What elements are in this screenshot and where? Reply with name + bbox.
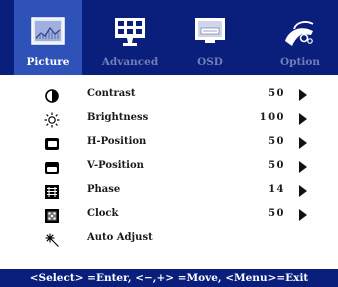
arrow-right-icon[interactable] (299, 185, 307, 197)
item-value: 50 (268, 136, 285, 147)
menu-tab-bar: Picture Advanced OSD Option (0, 0, 338, 75)
arrow-right-icon[interactable] (299, 209, 307, 221)
item-value: 50 (268, 160, 285, 171)
menu-item-h-position[interactable]: H-Position 50 (0, 132, 338, 156)
tab-label: OSD (197, 56, 223, 68)
h-position-icon (44, 136, 60, 152)
tab-osd[interactable]: OSD (176, 0, 244, 75)
tab-label: Option (280, 56, 320, 68)
brightness-icon (44, 112, 60, 128)
auto-adjust-icon (44, 232, 60, 248)
osd-icon (193, 17, 227, 49)
contrast-icon (44, 88, 60, 104)
clock-icon (44, 208, 60, 224)
arrow-right-icon[interactable] (299, 89, 307, 101)
advanced-icon (113, 17, 147, 51)
option-icon (282, 17, 318, 53)
phase-icon (44, 184, 60, 200)
arrow-right-icon[interactable] (299, 113, 307, 125)
tab-label: Picture (26, 56, 70, 68)
key-help-bar: <Select> =Enter, <−,+> =Move, <Menu>=Exi… (0, 269, 338, 287)
item-label: Brightness (87, 112, 149, 123)
menu-item-v-position[interactable]: V-Position 50 (0, 156, 338, 180)
item-value: 14 (268, 184, 285, 195)
item-value: 50 (268, 208, 285, 219)
tab-advanced[interactable]: Advanced (96, 0, 164, 75)
item-label: Phase (87, 184, 121, 195)
item-label: Clock (87, 208, 119, 219)
menu-item-phase[interactable]: Phase 14 (0, 180, 338, 204)
item-label: Auto Adjust (87, 232, 153, 243)
item-label: Contrast (87, 88, 136, 99)
menu-item-contrast[interactable]: Contrast 50 (0, 84, 338, 108)
item-value: 100 (259, 112, 285, 123)
item-value: 50 (268, 88, 285, 99)
item-label: H-Position (87, 136, 147, 147)
menu-item-clock[interactable]: Clock 50 (0, 204, 338, 228)
menu-item-auto-adjust[interactable]: Auto Adjust (0, 228, 338, 252)
arrow-right-icon[interactable] (299, 161, 307, 173)
tab-picture[interactable]: Picture (14, 0, 82, 75)
tab-option[interactable]: Option (262, 0, 338, 75)
item-label: V-Position (87, 160, 144, 171)
menu-item-brightness[interactable]: Brightness 100 (0, 108, 338, 132)
picture-icon (31, 17, 65, 49)
tab-label: Advanced (101, 56, 159, 68)
arrow-right-icon[interactable] (299, 137, 307, 149)
v-position-icon (44, 160, 60, 176)
